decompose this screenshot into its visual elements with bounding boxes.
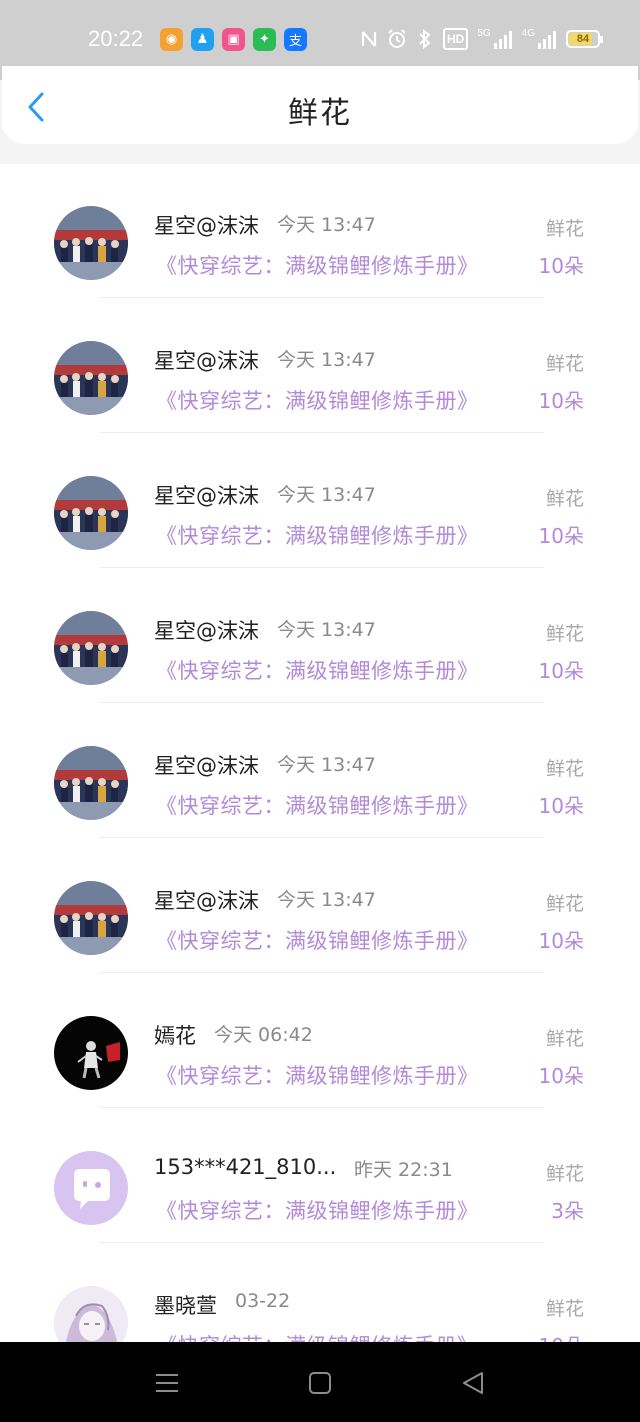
row-divider <box>100 972 544 973</box>
gift-count: 10朵 <box>538 1064 584 1088</box>
menu-button[interactable] <box>154 1370 180 1396</box>
user-name[interactable]: 星空@沫沫 <box>154 750 259 780</box>
gift-count: 10朵 <box>538 659 584 683</box>
bluetooth-icon <box>416 28 434 50</box>
gift-type: 鲜花 <box>545 1028 584 1050</box>
avatar[interactable] <box>54 1016 128 1090</box>
book-title-link[interactable]: 《快穿综艺：满级锦鲤修炼手册》 <box>156 1060 479 1090</box>
user-name[interactable]: 嫣花 <box>154 1020 196 1050</box>
gift-count: 10朵 <box>538 794 584 818</box>
list-item[interactable]: 墨晓萱 03-22 《快穿综艺：满级锦鲤修炼手册》 鲜花 10朵 <box>0 1244 640 1342</box>
gift-type: 鲜花 <box>545 758 584 780</box>
list-item[interactable]: 星空@沫沫 今天 13:47 《快穿综艺：满级锦鲤修炼手册》 鲜花 10朵 <box>0 299 640 434</box>
user-name[interactable]: 星空@沫沫 <box>154 210 259 240</box>
signal-5g-label: 5G <box>477 28 491 39</box>
back-nav-button[interactable] <box>460 1370 486 1396</box>
gift-count: 10朵 <box>538 254 584 278</box>
row-divider <box>100 837 544 838</box>
list-item[interactable]: 嫣花 今天 06:42 《快穿综艺：满级锦鲤修炼手册》 鲜花 10朵 <box>0 974 640 1109</box>
book-title-link[interactable]: 《快穿综艺：满级锦鲤修炼手册》 <box>156 925 479 955</box>
alipay-icon: 支 <box>284 28 307 51</box>
gift-count: 3朵 <box>551 1199 584 1223</box>
gift-time: 03-22 <box>235 1290 291 1312</box>
status-indicators: HD 5G 4G 84 <box>360 28 603 50</box>
gift-type: 鲜花 <box>545 1163 584 1185</box>
battery-icon: 84 <box>566 30 603 48</box>
row-divider <box>100 702 544 703</box>
avatar[interactable] <box>54 1286 128 1342</box>
menu-icon <box>156 1374 178 1392</box>
weibo-icon: ◉ <box>160 28 183 51</box>
book-title-link[interactable]: 《快穿综艺：满级锦鲤修炼手册》 <box>156 1330 479 1342</box>
system-nav-bar <box>0 1342 640 1422</box>
list-item[interactable]: 星空@沫沫 今天 13:47 《快穿综艺：满级锦鲤修炼手册》 鲜花 10朵 <box>0 569 640 704</box>
avatar[interactable] <box>54 1151 128 1225</box>
triangle-back-icon <box>463 1372 483 1394</box>
wechat-icon: ✦ <box>253 28 276 51</box>
gift-type: 鲜花 <box>545 623 584 645</box>
row-divider <box>100 432 544 433</box>
gift-time: 今天 13:47 <box>277 349 376 371</box>
row-divider <box>100 1242 544 1243</box>
gift-time: 今天 13:47 <box>277 754 376 776</box>
signal-4g-icon: 4G <box>522 28 557 50</box>
gift-count: 10朵 <box>538 389 584 413</box>
alarm-icon <box>387 28 407 50</box>
book-title-link[interactable]: 《快穿综艺：满级锦鲤修炼手册》 <box>156 385 479 415</box>
gift-count: 10朵 <box>538 524 584 548</box>
hd-icon: HD <box>442 28 469 50</box>
user-name[interactable]: 153***421_810... <box>154 1155 336 1179</box>
gift-count: 10朵 <box>539 1330 584 1342</box>
avatar[interactable] <box>54 476 128 550</box>
gift-type: 鲜花 <box>545 353 584 375</box>
book-title-link[interactable]: 《快穿综艺：满级锦鲤修炼手册》 <box>156 790 479 820</box>
list-item[interactable]: 星空@沫沫 今天 13:47 《快穿综艺：满级锦鲤修炼手册》 鲜花 10朵 <box>0 704 640 839</box>
gift-type: 鲜花 <box>545 488 584 510</box>
status-time: 20:22 <box>88 26 144 51</box>
user-name[interactable]: 墨晓萱 <box>154 1290 217 1320</box>
app-header: 鲜花 <box>2 66 638 144</box>
home-icon <box>309 1372 331 1394</box>
battery-level: 84 <box>576 33 590 45</box>
list-item[interactable]: 星空@沫沫 今天 13:47 《快穿综艺：满级锦鲤修炼手册》 鲜花 10朵 <box>0 839 640 974</box>
user-name[interactable]: 星空@沫沫 <box>154 480 259 510</box>
user-name[interactable]: 星空@沫沫 <box>154 885 259 915</box>
avatar[interactable] <box>54 341 128 415</box>
page-title: 鲜花 <box>288 96 352 131</box>
book-title-link[interactable]: 《快穿综艺：满级锦鲤修炼手册》 <box>156 1195 479 1225</box>
bilibili-icon: ▣ <box>222 28 245 51</box>
user-name[interactable]: 星空@沫沫 <box>154 345 259 375</box>
avatar[interactable] <box>54 746 128 820</box>
avatar[interactable] <box>54 611 128 685</box>
user-name[interactable]: 星空@沫沫 <box>154 615 259 645</box>
row-divider <box>100 297 544 298</box>
home-button[interactable] <box>307 1370 333 1396</box>
gift-type: 鲜花 <box>545 1298 584 1320</box>
list-item[interactable]: 星空@沫沫 今天 13:47 《快穿综艺：满级锦鲤修炼手册》 鲜花 10朵 <box>0 434 640 569</box>
row-divider <box>100 1107 544 1108</box>
flower-gift-list[interactable]: 星空@沫沫 今天 13:47 《快穿综艺：满级锦鲤修炼手册》 鲜花 10朵 星空@沫沫 今天… <box>0 164 640 1342</box>
nfc-icon <box>360 28 378 50</box>
signal-4g-label: 4G <box>521 28 535 39</box>
qq-icon: ♟ <box>191 28 214 51</box>
gift-time: 今天 13:47 <box>277 484 376 506</box>
gift-count: 10朵 <box>538 929 584 953</box>
avatar[interactable] <box>54 881 128 955</box>
list-item[interactable]: 星空@沫沫 今天 13:47 《快穿综艺：满级锦鲤修炼手册》 鲜花 10朵 <box>0 164 640 299</box>
book-title-link[interactable]: 《快穿综艺：满级锦鲤修炼手册》 <box>156 655 479 685</box>
book-title-link[interactable]: 《快穿综艺：满级锦鲤修炼手册》 <box>156 520 479 550</box>
gift-time: 昨天 22:31 <box>354 1159 453 1181</box>
avatar[interactable] <box>54 206 128 280</box>
gift-time: 今天 13:47 <box>277 214 376 236</box>
status-app-icons: ◉ ♟ ▣ ✦ 支 <box>160 28 307 51</box>
gift-time: 今天 06:42 <box>214 1024 313 1046</box>
gift-time: 今天 13:47 <box>277 619 376 641</box>
gift-type: 鲜花 <box>545 218 584 240</box>
row-divider <box>100 567 544 568</box>
gift-time: 今天 13:47 <box>277 889 376 911</box>
gift-type: 鲜花 <box>545 893 584 915</box>
list-item[interactable]: 153***421_810... 昨天 22:31 《快穿综艺：满级锦鲤修炼手册》 鲜… <box>0 1109 640 1244</box>
book-title-link[interactable]: 《快穿综艺：满级锦鲤修炼手册》 <box>156 250 479 280</box>
signal-5g-icon: 5G <box>477 28 512 50</box>
